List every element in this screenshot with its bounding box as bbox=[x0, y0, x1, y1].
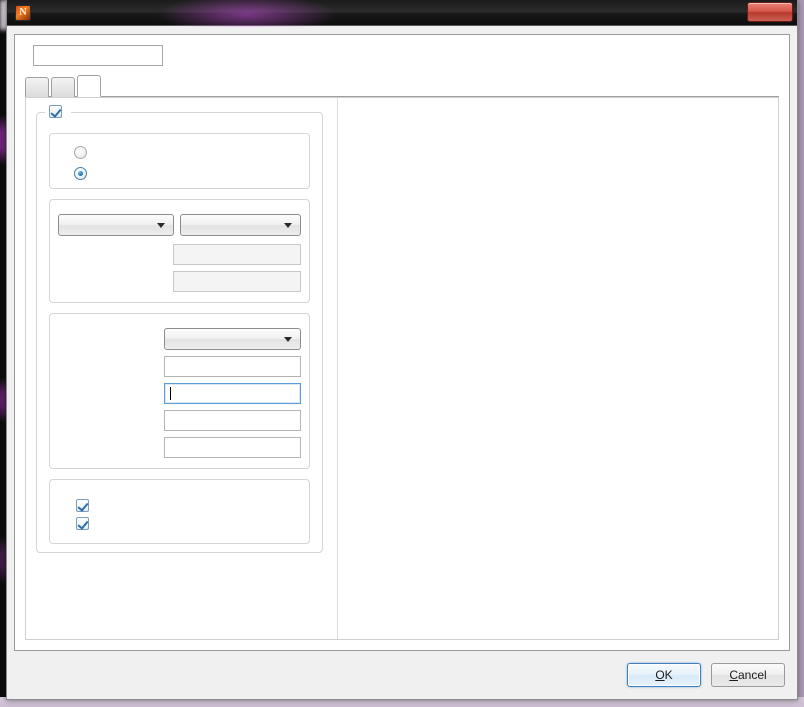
offset-input[interactable] bbox=[164, 410, 301, 431]
charts-column bbox=[337, 98, 778, 639]
chart-spectrum-vs-wavelength bbox=[346, 104, 776, 240]
minmax-combo[interactable] bbox=[180, 214, 301, 236]
wavelength-stop-row bbox=[58, 271, 301, 292]
frequency-row bbox=[58, 356, 301, 377]
cancel-button[interactable]: Cancel bbox=[711, 663, 785, 687]
dialog-inner-frame bbox=[14, 34, 790, 651]
text-caret bbox=[170, 387, 171, 400]
frequency-wavelength-combo-row bbox=[58, 214, 301, 236]
cancel-button-label-rest: ancel bbox=[737, 668, 767, 682]
chart-signal-vs-time bbox=[346, 450, 776, 580]
chevron-down-icon bbox=[284, 336, 292, 342]
ok-button[interactable]: OK bbox=[627, 663, 701, 687]
ok-button-label-rest: K bbox=[664, 668, 673, 682]
source-type-row bbox=[58, 328, 301, 350]
set-time-domain-group bbox=[49, 313, 310, 469]
close-icon[interactable] bbox=[747, 2, 793, 22]
dialog-footer-buttons: OK Cancel bbox=[627, 663, 785, 687]
chart-spectrum-vs-frequency bbox=[346, 280, 776, 406]
advanced-options-group bbox=[49, 479, 310, 544]
tab-bar bbox=[25, 75, 779, 97]
tab-content-frequency-wavelength bbox=[25, 97, 779, 640]
pulselength-input[interactable] bbox=[164, 383, 301, 404]
override-global-source-settings-group bbox=[36, 105, 323, 553]
radio-set-time-domain[interactable] bbox=[74, 167, 303, 180]
eliminate-discontinuities-row[interactable] bbox=[76, 499, 301, 512]
edit-mode-source-dialog: N OK Cancel bbox=[6, 0, 798, 700]
radio-set-frequency-wavelength[interactable] bbox=[74, 146, 303, 159]
ok-button-label-accel: O bbox=[655, 668, 665, 682]
bandwidth-input[interactable] bbox=[164, 437, 301, 458]
lumerical-icon: N bbox=[15, 5, 31, 21]
frequency-input[interactable] bbox=[164, 356, 301, 377]
chart-svg-spectrum-vs-frequency bbox=[346, 280, 776, 408]
wavelength-start-row bbox=[58, 244, 301, 265]
source-type-combo[interactable] bbox=[164, 328, 301, 350]
dialog-client-area: OK Cancel bbox=[7, 27, 797, 699]
radio-icon-set-frequency-wavelength[interactable] bbox=[74, 146, 87, 159]
name-row bbox=[25, 45, 163, 66]
override-global-source-settings-checkbox[interactable] bbox=[49, 105, 62, 118]
chevron-down-icon bbox=[284, 222, 292, 228]
override-global-source-settings-title bbox=[45, 105, 71, 118]
chart-svg-spectrum-vs-wavelength bbox=[346, 104, 776, 242]
bandwidth-row bbox=[58, 437, 301, 458]
optimize-for-short-pulse-checkbox[interactable] bbox=[76, 517, 89, 530]
name-input[interactable] bbox=[33, 45, 163, 66]
source-mode-radio-panel bbox=[49, 133, 310, 189]
chevron-down-icon bbox=[157, 222, 166, 228]
eliminate-discontinuities-checkbox[interactable] bbox=[76, 499, 89, 512]
radio-icon-set-time-domain[interactable] bbox=[74, 167, 87, 180]
tab-general[interactable] bbox=[25, 77, 49, 97]
optimize-for-short-pulse-row[interactable] bbox=[76, 517, 301, 530]
wavelength-stop-input[interactable] bbox=[173, 271, 301, 292]
set-frequency-wavelength-group bbox=[49, 199, 310, 303]
wavelength-unit-combo[interactable] bbox=[58, 214, 175, 236]
settings-column bbox=[26, 98, 333, 639]
tab-geometry[interactable] bbox=[51, 77, 75, 97]
pulselength-row bbox=[58, 383, 301, 404]
cancel-button-label-accel: C bbox=[729, 668, 738, 682]
title-bar[interactable]: N bbox=[7, 0, 797, 34]
wavelength-start-input[interactable] bbox=[173, 244, 301, 265]
chart-svg-signal-vs-time bbox=[346, 450, 776, 582]
offset-row bbox=[58, 410, 301, 431]
tab-frequency-wavelength[interactable] bbox=[77, 75, 101, 97]
